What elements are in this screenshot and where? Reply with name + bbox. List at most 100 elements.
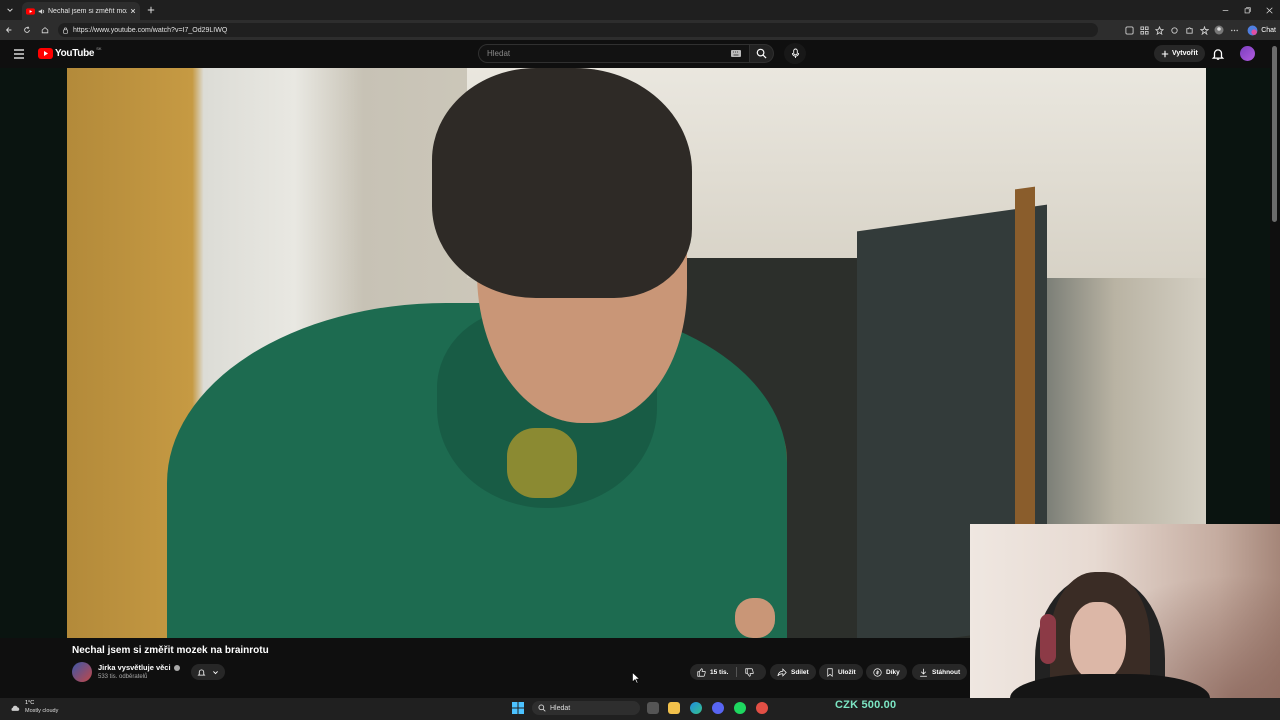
search-input[interactable]: Hledat <box>478 44 750 63</box>
task-view-icon[interactable] <box>647 702 659 714</box>
minimize-button[interactable] <box>1214 0 1236 20</box>
region-code: SK <box>96 46 102 51</box>
video-title: Nechal jsem si změřit mozek na brainrotu <box>72 645 269 656</box>
keyboard-icon[interactable] <box>731 50 741 57</box>
youtube-logo-text: YouTube <box>55 48 95 59</box>
minimize-icon <box>1222 9 1228 11</box>
download-icon <box>920 668 927 677</box>
close-tab-icon[interactable] <box>130 8 136 14</box>
youtube-logo[interactable]: YouTube SK <box>38 46 102 59</box>
chat-label: Chat <box>1261 26 1276 34</box>
window-controls <box>1214 0 1280 20</box>
close-icon <box>1265 6 1273 14</box>
extensions-puzzle-icon[interactable] <box>1183 24 1195 36</box>
search-placeholder: Hledat <box>487 49 511 58</box>
youtube-header: YouTube SK Hledat Vytvořit <box>0 40 1280 68</box>
windows-taskbar <box>0 698 1280 720</box>
windows-start-icon[interactable] <box>512 702 524 714</box>
mouse-cursor-icon <box>632 672 640 684</box>
share-label: Sdílet <box>791 668 809 676</box>
like-count[interactable]: 15 tis. <box>710 669 728 676</box>
address-bar[interactable]: https://www.youtube.com/watch?v=I7_Od29L… <box>58 23 1098 37</box>
obs-record-icon[interactable] <box>756 702 768 714</box>
account-avatar[interactable] <box>1240 46 1255 61</box>
channel-name-link[interactable]: Jirka vysvětluje věci <box>98 663 180 672</box>
verified-check-icon <box>173 664 180 671</box>
reload-button[interactable] <box>18 20 36 40</box>
screen: Nechal jsem si změřit mozek https://www.… <box>0 0 1280 720</box>
thanks-heart-dollar-icon <box>873 667 882 677</box>
apps-icon[interactable] <box>1138 24 1150 36</box>
favorites-icon[interactable] <box>1198 24 1210 36</box>
create-label: Vytvořit <box>1172 50 1198 57</box>
site-info-icon[interactable] <box>62 27 69 34</box>
copilot-chat-button[interactable]: Chat <box>1247 25 1276 36</box>
scrollbar-thumb[interactable] <box>1272 46 1277 222</box>
download-button[interactable]: Stáhnout <box>912 664 968 680</box>
webcam-headset <box>1040 614 1056 664</box>
webcam-person-face <box>1070 602 1126 680</box>
discord-icon[interactable] <box>712 702 724 714</box>
like-divider <box>736 667 738 677</box>
home-button[interactable] <box>36 20 54 40</box>
weather-temperature[interactable]: 1°C <box>25 700 34 706</box>
spotify-icon[interactable] <box>734 702 746 714</box>
settings-icon[interactable] <box>1168 24 1180 36</box>
download-label: Stáhnout <box>932 668 961 676</box>
donation-price-overlay: CZK 500.00 <box>835 699 897 711</box>
file-explorer-icon[interactable] <box>668 702 680 714</box>
weather-description[interactable]: Mostly cloudy <box>25 708 58 714</box>
profile-avatar-icon[interactable] <box>1213 24 1225 36</box>
share-arrow-icon <box>777 667 787 677</box>
channel-avatar[interactable] <box>72 662 92 682</box>
create-button[interactable]: Vytvořit <box>1154 45 1205 62</box>
video-person-hair <box>432 68 692 298</box>
close-window-button[interactable] <box>1258 0 1280 20</box>
search-icon <box>538 704 546 712</box>
back-button[interactable] <box>0 20 18 40</box>
browser-extensions: Chat <box>1123 20 1276 40</box>
audio-playing-icon <box>38 8 45 14</box>
notifications-bell-icon[interactable] <box>1211 47 1225 61</box>
favorite-star-icon[interactable] <box>1153 24 1165 36</box>
tab-title: Nechal jsem si změřit mozek <box>48 7 127 15</box>
subscription-notifications-button[interactable] <box>191 664 225 680</box>
chevron-down-icon <box>7 8 13 12</box>
arrow-left-icon <box>5 27 12 33</box>
webcam-overlay <box>970 524 1280 720</box>
cloudy-weather-icon[interactable] <box>10 704 20 712</box>
thumbs-up-icon[interactable] <box>697 667 706 677</box>
chevron-down-icon <box>213 670 218 674</box>
share-button[interactable]: Sdílet <box>770 664 816 680</box>
microphone-icon <box>791 48 799 58</box>
subscriber-count: 533 tis. odběratelů <box>98 674 148 680</box>
thanks-button[interactable]: Díky <box>866 664 907 680</box>
plus-icon <box>147 6 155 14</box>
like-dislike-group: 15 tis. <box>690 664 766 680</box>
translate-icon[interactable] <box>1123 24 1135 36</box>
browser-tab-active[interactable]: Nechal jsem si změřit mozek <box>22 2 140 20</box>
tab-list-button[interactable] <box>0 0 20 20</box>
search-button[interactable] <box>750 44 774 63</box>
taskbar-search[interactable]: Hledat <box>532 701 640 715</box>
taskbar-search-label: Hledat <box>550 704 571 712</box>
bell-icon <box>197 668 206 676</box>
voice-search-button[interactable] <box>784 43 806 64</box>
restore-button[interactable] <box>1236 0 1258 20</box>
restore-icon <box>1244 6 1251 13</box>
more-options-icon[interactable] <box>1228 24 1240 36</box>
youtube-favicon-icon <box>26 7 35 15</box>
save-label: Uložit <box>838 668 856 676</box>
save-button[interactable]: Uložit <box>819 664 863 680</box>
new-tab-button[interactable] <box>144 3 158 17</box>
edge-browser-icon[interactable] <box>690 702 702 714</box>
url-text: https://www.youtube.com/watch?v=I7_Od29L… <box>73 26 228 34</box>
browser-tab-strip: Nechal jsem si změřit mozek <box>0 0 1280 20</box>
reload-icon <box>24 26 30 33</box>
menu-hamburger-icon[interactable] <box>12 48 26 60</box>
thumbs-down-icon[interactable] <box>745 667 755 677</box>
bookmark-icon <box>827 667 833 677</box>
video-person-shirt <box>507 428 577 498</box>
youtube-play-logo-icon <box>38 48 53 59</box>
thanks-label: Díky <box>886 668 900 676</box>
